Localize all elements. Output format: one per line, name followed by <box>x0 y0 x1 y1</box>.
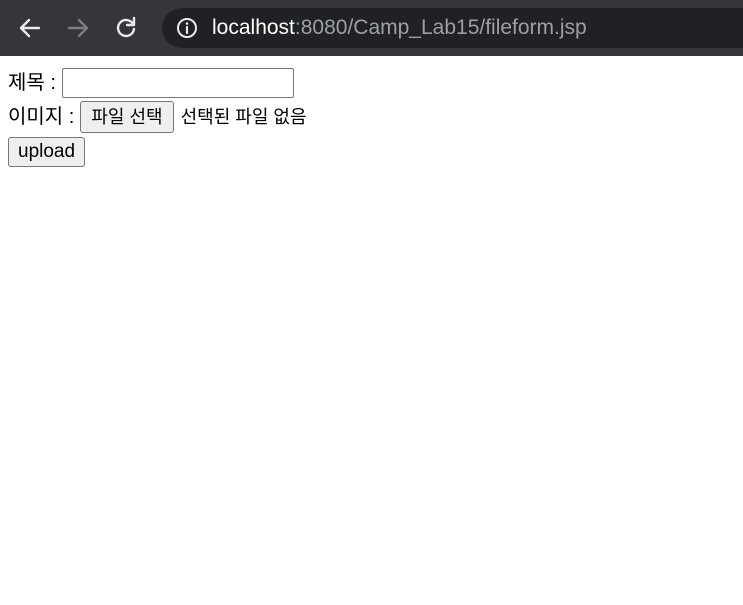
title-label: 제목 : <box>8 72 56 94</box>
image-label: 이미지 : <box>8 106 75 128</box>
address-bar[interactable]: localhost:8080/Camp_Lab15/fileform.jsp <box>162 8 743 48</box>
url-host: localhost <box>212 16 295 39</box>
title-input[interactable] <box>61 68 294 98</box>
choose-file-button[interactable]: 파일 선택 <box>80 101 174 133</box>
forward-button[interactable] <box>62 12 94 44</box>
info-icon[interactable] <box>176 17 198 39</box>
reload-button[interactable] <box>110 12 142 44</box>
back-button[interactable] <box>14 12 46 44</box>
arrow-left-icon <box>19 18 41 38</box>
page-content: 제목 : 이미지 : 파일 선택 선택된 파일 없음 upload <box>8 66 307 168</box>
image-row: 이미지 : 파일 선택 선택된 파일 없음 <box>8 100 307 134</box>
upload-row: upload <box>8 134 307 168</box>
browser-toolbar: localhost:8080/Camp_Lab15/fileform.jsp <box>0 0 743 56</box>
upload-button[interactable]: upload <box>8 136 86 167</box>
title-row: 제목 : <box>8 66 307 100</box>
reload-icon <box>116 16 136 38</box>
address-url[interactable]: localhost:8080/Camp_Lab15/fileform.jsp <box>212 16 587 40</box>
arrow-right-icon <box>67 18 89 38</box>
file-status: 선택된 파일 없음 <box>180 107 307 127</box>
url-path: :8080/Camp_Lab15/fileform.jsp <box>294 16 587 39</box>
